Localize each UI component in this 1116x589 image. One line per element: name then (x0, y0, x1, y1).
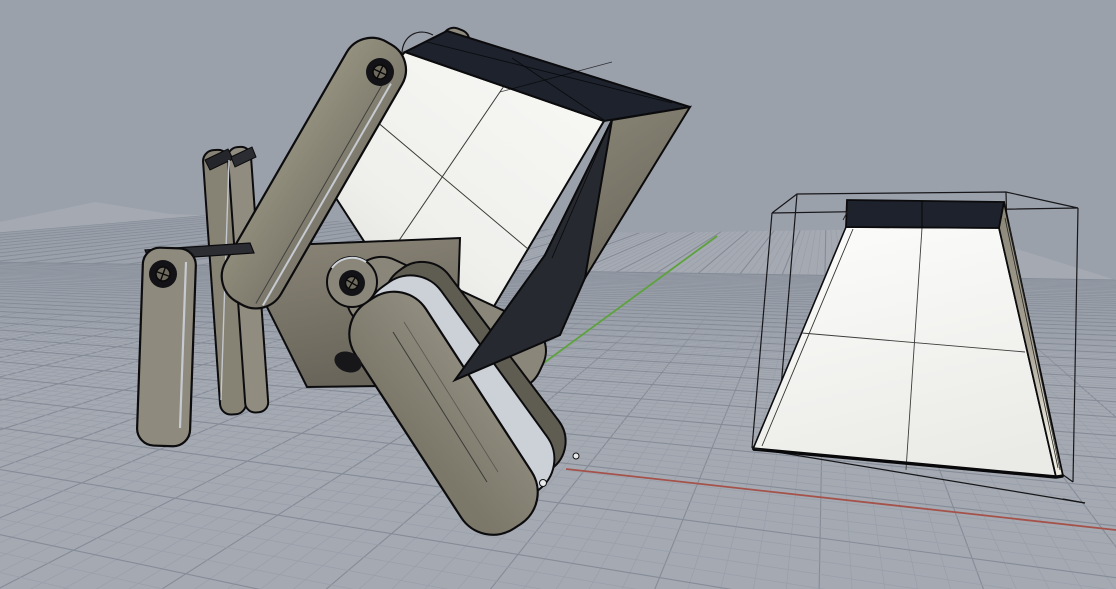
pivot-screw-left[interactable] (149, 260, 177, 288)
wedge-top-face[interactable] (846, 200, 1004, 228)
cad-viewport[interactable] (0, 0, 1116, 589)
pivot-screw-mid[interactable] (339, 270, 365, 296)
viewport-canvas[interactable] (0, 0, 1116, 589)
leg-tip-highlight-1 (540, 480, 547, 487)
leg-tip-highlight-2 (573, 453, 579, 459)
pivot-screw-top[interactable] (366, 58, 394, 86)
